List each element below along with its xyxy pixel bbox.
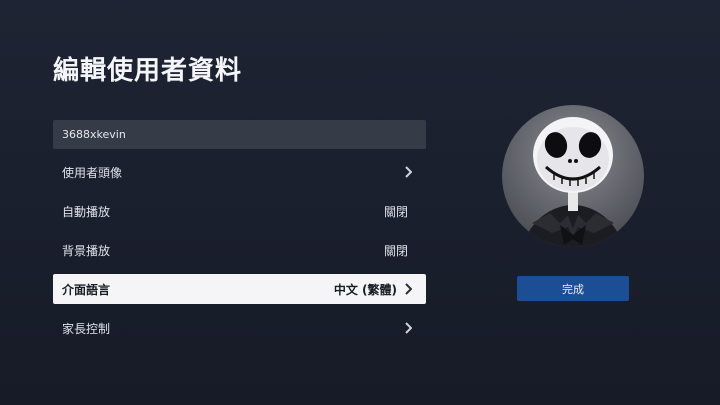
profile-name-field[interactable]: 3688xkevin xyxy=(53,120,426,149)
menu-item-interface-language[interactable]: 介面語言 中文 (繁體) xyxy=(53,274,426,304)
menu-item-label: 自動播放 xyxy=(62,204,111,219)
page-title: 編輯使用者資料 xyxy=(53,56,243,86)
menu-item-background-play[interactable]: 背景播放 關閉 xyxy=(53,235,426,265)
chevron-right-icon xyxy=(403,322,413,334)
menu-item-avatar[interactable]: 使用者頭像 xyxy=(53,157,426,187)
done-button[interactable]: 完成 xyxy=(517,276,629,301)
menu-item-autoplay[interactable]: 自動播放 關閉 xyxy=(53,196,426,226)
jack-skellington-avatar xyxy=(522,117,624,247)
menu-item-label: 介面語言 xyxy=(62,282,111,297)
menu-item-value: 關閉 xyxy=(383,243,408,258)
settings-menu: 使用者頭像 自動播放 關閉 背景播放 關閉 介面語言 中文 (繁體) 家長控制 xyxy=(53,157,426,352)
chevron-right-icon xyxy=(403,283,413,295)
chevron-right-icon xyxy=(403,166,413,178)
menu-item-label: 使用者頭像 xyxy=(62,165,123,180)
menu-item-parental-controls[interactable]: 家長控制 xyxy=(53,313,426,343)
menu-item-label: 背景播放 xyxy=(62,243,111,258)
profile-name-value: 3688xkevin xyxy=(62,128,126,141)
menu-item-value: 關閉 xyxy=(383,204,408,219)
menu-item-label: 家長控制 xyxy=(62,321,111,336)
profile-avatar[interactable] xyxy=(502,105,644,247)
menu-item-value: 中文 (繁體) xyxy=(333,282,397,297)
